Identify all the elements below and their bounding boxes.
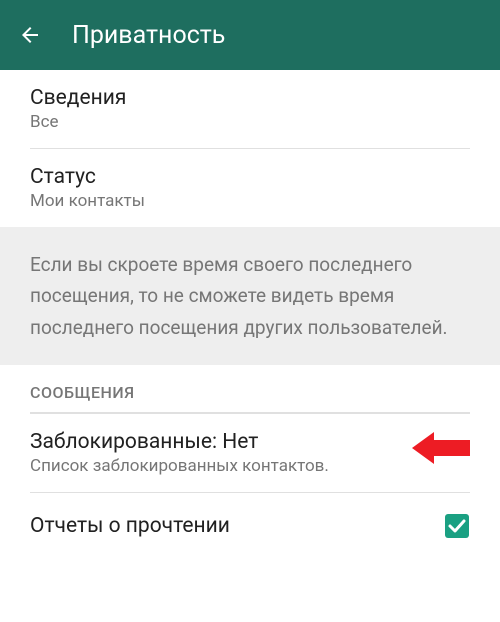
blocked-contacts-item[interactable]: Заблокированные: Нет Список заблокирован… bbox=[0, 414, 500, 492]
blocked-subtitle: Список заблокированных контактов. bbox=[30, 456, 470, 476]
page-title: Приватность bbox=[72, 21, 225, 50]
status-subtitle: Мои контакты bbox=[30, 191, 470, 211]
read-receipts-checkbox[interactable] bbox=[444, 513, 470, 539]
status-title: Статус bbox=[30, 165, 470, 189]
read-receipts-label: Отчеты о прочтении bbox=[30, 514, 230, 538]
about-item[interactable]: Сведения Все bbox=[0, 70, 500, 148]
section-header-messages: СООБЩЕНИЯ bbox=[0, 365, 500, 412]
about-title: Сведения bbox=[30, 86, 470, 110]
app-bar: Приватность bbox=[0, 0, 500, 70]
blocked-title: Заблокированные: Нет bbox=[30, 430, 470, 454]
read-receipts-item[interactable]: Отчеты о прочтении bbox=[0, 493, 500, 549]
about-subtitle: Все bbox=[30, 112, 470, 132]
pointer-arrow-icon bbox=[412, 430, 470, 470]
checkbox-checked-icon bbox=[444, 513, 470, 539]
status-item[interactable]: Статус Мои контакты bbox=[0, 149, 500, 227]
content: Сведения Все Статус Мои контакты Если вы… bbox=[0, 70, 500, 549]
arrow-back-icon bbox=[18, 23, 42, 47]
back-button[interactable] bbox=[18, 23, 42, 47]
last-seen-note: Если вы скроете время своего последнего … bbox=[0, 227, 500, 365]
